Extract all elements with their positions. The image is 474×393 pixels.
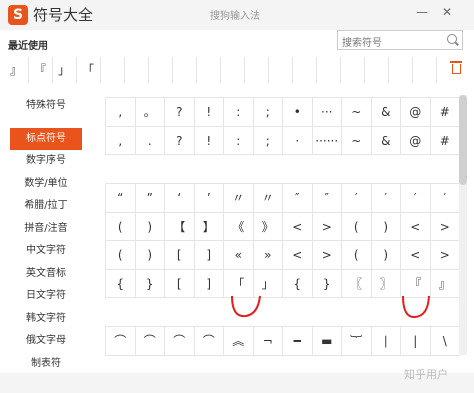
red-underline-mark (402, 295, 430, 319)
handwritten-annotation (231, 295, 430, 319)
red-underline-mark (231, 295, 261, 318)
status-bar (0, 373, 474, 393)
watermark: 知乎用户 (404, 368, 448, 381)
